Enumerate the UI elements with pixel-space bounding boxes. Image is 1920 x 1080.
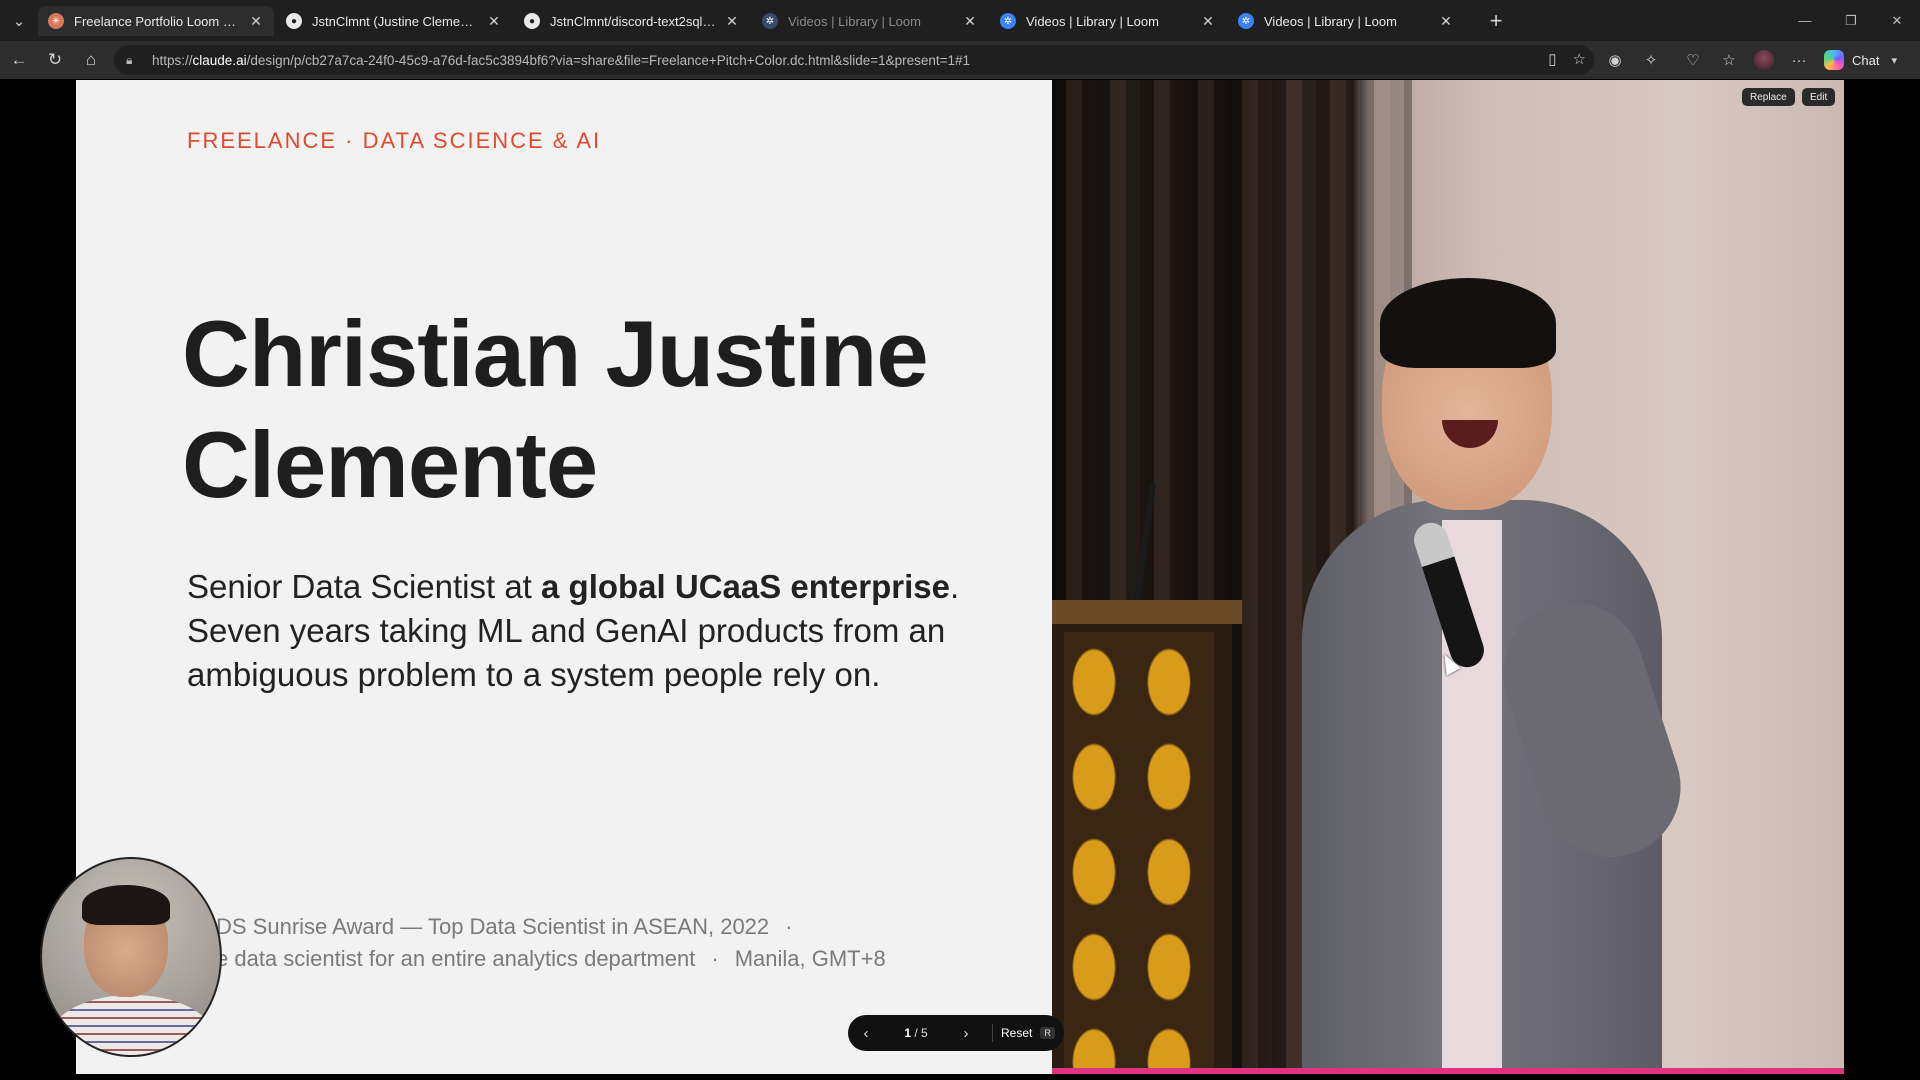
page-viewport: FREELANCE · DATA SCIENCE & AI Christian …	[0, 79, 1920, 1080]
podium-ornament	[1064, 632, 1214, 1074]
fact-separator: ·	[711, 946, 719, 971]
url-prefix: https://	[152, 52, 193, 68]
bio-text: Senior Data Scientist at	[187, 568, 542, 605]
slide-kicker: FREELANCE · DATA SCIENCE & AI	[187, 128, 602, 153]
close-icon[interactable]: ✕	[248, 13, 264, 30]
slide-counter: 1 / 5	[884, 1026, 948, 1040]
bio-employer: a global UCaaS enterprise	[541, 568, 950, 605]
tab-title: JstnClmnt (Justine Clemente)	[312, 13, 480, 29]
profile-avatar[interactable]	[1754, 50, 1774, 70]
fact-role: e data scientist for an entire analytics…	[216, 946, 696, 971]
fact-award: DS Sunrise Award — Top Data Scientist in…	[216, 914, 770, 939]
speaker-figure	[1302, 270, 1699, 1074]
slide-progress-bar	[1052, 1068, 1844, 1074]
lock-icon: 🔒︎	[126, 52, 133, 67]
copilot-icon	[1824, 50, 1844, 70]
slide-pager: ‹ 1 / 5 › Reset R	[848, 1015, 1064, 1051]
browser-essentials-icon[interactable]: ♡	[1680, 47, 1706, 73]
pager-divider	[992, 1024, 993, 1042]
browser-toolbar: ← ↻ ⌂ 🔒︎ https://claude.ai/design/p/cb27…	[0, 41, 1920, 79]
loom-icon: ✲	[762, 13, 778, 29]
replace-photo-button[interactable]: Replace	[1742, 88, 1795, 106]
podium-top	[1052, 600, 1242, 624]
github-icon: ●	[286, 13, 302, 29]
tab-title: Videos | Library | Loom	[1264, 13, 1397, 29]
close-icon[interactable]: ✕	[1438, 13, 1454, 30]
webcam-bubble[interactable]	[40, 857, 222, 1057]
loom-icon: ✲	[1238, 13, 1254, 29]
name-line-2: Clemente	[182, 412, 598, 517]
back-arrow-icon[interactable]: ←	[6, 47, 32, 73]
address-bar[interactable]: 🔒︎ https://claude.ai/design/p/cb27a7ca-2…	[114, 45, 1594, 75]
new-tab-plus-icon[interactable]: +	[1483, 8, 1509, 34]
close-icon[interactable]: ✕	[962, 13, 978, 30]
close-icon[interactable]: ✕	[486, 13, 502, 30]
tab-title: Videos | Library | Loom	[788, 13, 921, 29]
tab-title: Videos | Library | Loom	[1026, 13, 1159, 29]
extension-icon[interactable]: ◉	[1602, 47, 1628, 73]
tab-loom-library[interactable]: ✲ Videos | Library | Loom ✕	[752, 6, 988, 36]
reading-view-icon[interactable]: ▯	[1548, 50, 1556, 68]
tab-actions-chevron-icon[interactable]: ⌄	[6, 8, 32, 34]
speaker-hair	[1380, 278, 1556, 368]
webcam-hair	[82, 885, 170, 925]
fact-location: Manila, GMT+8	[734, 946, 886, 971]
slide-text-panel: FREELANCE · DATA SCIENCE & AI Christian …	[76, 80, 1052, 1074]
loom-icon: ✲	[1000, 13, 1016, 29]
favorites-icon[interactable]: ☆	[1716, 47, 1742, 73]
prev-slide-chevron-icon[interactable]: ‹	[848, 1025, 884, 1042]
tab-github-repo[interactable]: ● JstnClmnt/discord-text2sql-mcp: E ✕	[514, 6, 750, 36]
speaker-photo	[1052, 80, 1844, 1074]
more-menu-icon[interactable]: ···	[1786, 47, 1812, 73]
close-icon[interactable]: ✕	[724, 13, 740, 30]
tab-freelance-portfolio[interactable]: ✳ Freelance Portfolio Loom Video ✕	[38, 6, 274, 36]
claude-icon: ✳	[48, 13, 64, 29]
close-icon[interactable]: ✕	[1200, 13, 1216, 30]
close-window-icon[interactable]: ✕	[1874, 0, 1920, 41]
url-path: /design/p/cb27a7ca-24f0-45c9-a76d-fac5c3…	[246, 52, 971, 68]
home-icon[interactable]: ⌂	[78, 47, 104, 73]
name-line-1: Christian Justine	[182, 301, 929, 406]
webcam-shirt	[52, 995, 212, 1055]
tab-title: JstnClmnt/discord-text2sql-mcp: E	[550, 13, 718, 29]
reload-icon[interactable]: ↻	[42, 47, 68, 73]
presenter-facts: DS Sunrise Award — Top Data Scientist in…	[216, 911, 976, 975]
url-host: claude.ai	[192, 52, 247, 68]
reset-button[interactable]: Reset	[1001, 1026, 1032, 1040]
copilot-chat-button[interactable]: Chat ▾	[1824, 47, 1897, 73]
extensions-puzzle-icon[interactable]: ✧	[1638, 47, 1664, 73]
next-slide-chevron-icon[interactable]: ›	[948, 1025, 984, 1042]
tab-title: Freelance Portfolio Loom Video	[74, 13, 242, 29]
presenter-bio: Senior Data Scientist at a global UCaaS …	[187, 565, 977, 697]
fact-separator: ·	[785, 914, 793, 939]
current-slide: 1	[904, 1026, 911, 1040]
reset-shortcut-key: R	[1040, 1027, 1055, 1039]
chat-label: Chat	[1852, 52, 1880, 68]
restore-icon[interactable]: ❐	[1828, 0, 1874, 41]
tab-strip: ⌄ ✳ Freelance Portfolio Loom Video ✕ ● J…	[0, 0, 1920, 41]
tab-github-profile[interactable]: ● JstnClmnt (Justine Clemente) ✕	[276, 6, 512, 36]
github-icon: ●	[524, 13, 540, 29]
favorite-star-icon[interactable]: ☆	[1573, 50, 1586, 68]
minimize-icon[interactable]: —	[1782, 0, 1828, 41]
tab-loom-library[interactable]: ✲ Videos | Library | Loom ✕	[990, 6, 1226, 36]
tab-loom-library[interactable]: ✲ Videos | Library | Loom ✕	[1228, 6, 1464, 36]
edit-photo-button[interactable]: Edit	[1802, 88, 1836, 106]
total-slides: / 5	[914, 1026, 928, 1040]
chevron-down-icon[interactable]: ▾	[1891, 54, 1897, 67]
presenter-name: Christian Justine Clemente	[182, 298, 1042, 520]
